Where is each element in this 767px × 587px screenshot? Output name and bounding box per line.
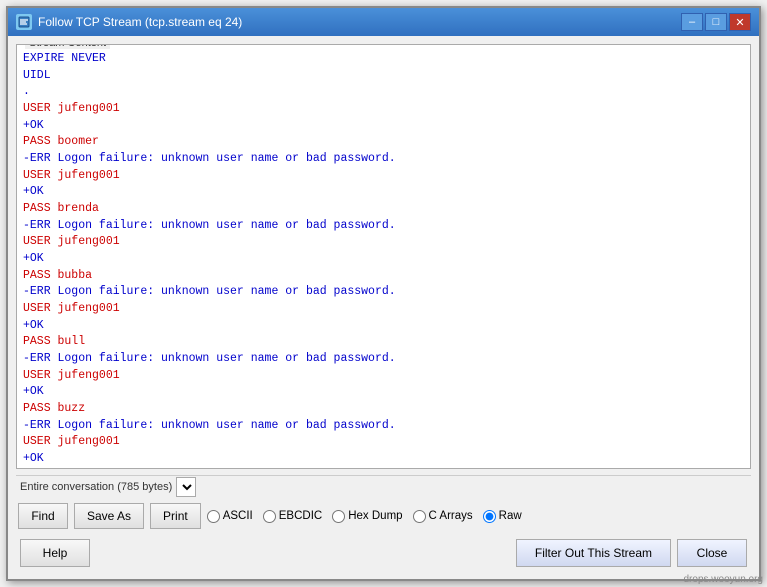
stream-line: +OK [23,118,744,135]
stream-line: PASS boomer [23,134,744,151]
help-button[interactable]: Help [20,539,90,567]
radio-carrays-input[interactable] [413,510,426,523]
stream-line: -ERR Logon failure: unknown user name or… [23,418,744,435]
footer-right: Filter Out This Stream Close [516,539,747,567]
stream-line: USER jufeng001 [23,368,744,385]
radio-hexdump-input[interactable] [332,510,345,523]
stream-line: +OK [23,184,744,201]
radio-raw[interactable]: Raw [483,510,522,523]
radio-hexdump-label: Hex Dump [348,510,402,522]
title-bar: Follow TCP Stream (tcp.stream eq 24) – □… [8,8,759,36]
window-title: Follow TCP Stream (tcp.stream eq 24) [38,15,242,29]
stream-line: PASS brenda [23,201,744,218]
stream-line: +OK [23,384,744,401]
maximize-button[interactable]: □ [705,13,727,31]
stream-line: -ERR Logon failure: unknown user name or… [23,351,744,368]
main-window: Follow TCP Stream (tcp.stream eq 24) – □… [6,6,761,581]
find-button[interactable]: Find [18,503,68,529]
encoding-radio-group: ASCII EBCDIC Hex Dump C Arrays Raw [207,510,749,523]
controls-row: Find Save As Print ASCII EBCDIC Hex Dump [16,503,751,529]
filter-out-stream-button[interactable]: Filter Out This Stream [516,539,671,567]
stream-content-area[interactable]: EXPIRE NEVER UIDL . USER jufeng001 +OK P… [17,45,750,468]
stream-line: PASS bubba [23,268,744,285]
save-as-button[interactable]: Save As [74,503,144,529]
footer-left: Help [20,539,90,567]
status-text: Entire conversation (785 bytes) [20,481,172,493]
stream-line: -ERR Logon failure: unknown user name or… [23,218,744,235]
stream-line: +OK [23,451,744,468]
stream-line: USER jufeng001 [23,434,744,451]
radio-carrays[interactable]: C Arrays [413,510,473,523]
stream-line: -ERR Logon failure: unknown user name or… [23,151,744,168]
radio-ebcdic[interactable]: EBCDIC [263,510,322,523]
radio-ascii[interactable]: ASCII [207,510,253,523]
app-icon [16,14,32,30]
stream-line: -ERR Logon failure: unknown user name or… [23,284,744,301]
radio-ascii-input[interactable] [207,510,220,523]
title-bar-left: Follow TCP Stream (tcp.stream eq 24) [16,14,242,30]
radio-raw-label: Raw [499,510,522,522]
stream-line: USER jufeng001 [23,301,744,318]
main-content: Stream Content EXPIRE NEVER UIDL . USER … [8,36,759,579]
window-close-button[interactable]: ✕ [729,13,751,31]
status-bar: Entire conversation (785 bytes) [16,475,751,497]
radio-raw-input[interactable] [483,510,496,523]
radio-hexdump[interactable]: Hex Dump [332,510,402,523]
stream-line: +OK [23,251,744,268]
print-button[interactable]: Print [150,503,201,529]
radio-carrays-label: C Arrays [429,510,473,522]
stream-line: USER jufeng001 [23,168,744,185]
watermark: drops.wooyun.org [684,574,764,585]
title-buttons: – □ ✕ [681,13,751,31]
stream-line: PASS buzz [23,401,744,418]
stream-line: PASS bull [23,334,744,351]
stream-line: USER jufeng001 [23,101,744,118]
stream-line: . [23,84,744,101]
radio-ebcdic-input[interactable] [263,510,276,523]
status-dropdown[interactable] [176,477,196,497]
stream-line: EXPIRE NEVER [23,51,744,68]
radio-ebcdic-label: EBCDIC [279,510,322,522]
close-button[interactable]: Close [677,539,747,567]
stream-content-group: Stream Content EXPIRE NEVER UIDL . USER … [16,44,751,469]
stream-group-label: Stream Content [25,44,110,49]
stream-line: USER jufeng001 [23,234,744,251]
footer-row: Help Filter Out This Stream Close [16,535,751,571]
minimize-button[interactable]: – [681,13,703,31]
stream-line: +OK [23,318,744,335]
radio-ascii-label: ASCII [223,510,253,522]
stream-line: UIDL [23,68,744,85]
